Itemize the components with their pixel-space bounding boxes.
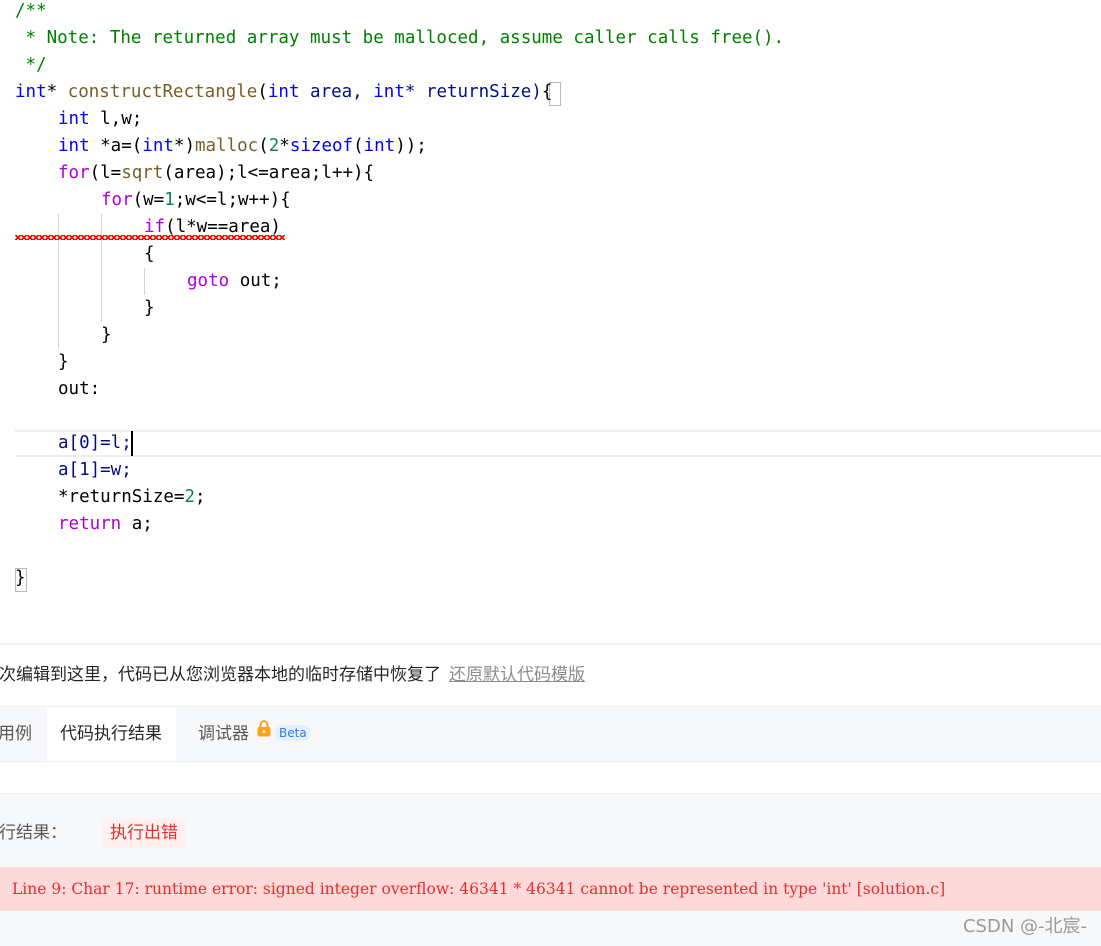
code-line-5: int l,w; — [58, 109, 143, 129]
indent-guide — [144, 268, 145, 295]
panel-divider[interactable] — [0, 643, 1101, 645]
code-line-19: *returnSize=2; — [58, 487, 206, 507]
code-line-10: { — [144, 244, 155, 264]
code-line-11: goto out; — [187, 271, 282, 291]
tab-label: 调试器 — [198, 724, 249, 744]
result-label: 执行结果： — [0, 823, 67, 843]
beta-badge: Beta — [275, 725, 311, 741]
code-line-1: /** — [15, 1, 47, 21]
code-line-17: a[0]=l; — [58, 433, 132, 453]
code-line-13: } — [101, 325, 112, 345]
error-squiggle — [15, 235, 285, 240]
code-line-6: int *a=(int*)malloc(2*sizeof(int)); — [58, 136, 427, 156]
code-line-4: int* constructRectangle(int area, int* r… — [15, 82, 553, 102]
tab-run-result[interactable]: 代码执行结果 — [47, 707, 176, 761]
code-line-12: } — [144, 298, 155, 318]
restore-message: 上次编辑到这里，代码已从您浏览器本地的临时存储中恢复了 — [0, 665, 441, 685]
result-tabs: 测试用例 代码执行结果 调试器 Beta — [0, 706, 1101, 762]
code-line-18: a[1]=w; — [58, 460, 132, 480]
tab-testcase[interactable]: 测试用例 — [0, 707, 46, 761]
tab-debugger[interactable]: 调试器 Beta — [198, 707, 311, 761]
code-line-8: for(w=1;w<=l;w++){ — [101, 190, 291, 210]
error-message: Line 9: Char 17: runtime error: signed i… — [12, 880, 946, 898]
code-line-14: } — [58, 352, 69, 372]
indent-guide — [101, 214, 102, 322]
code-line-15: out: — [58, 379, 101, 399]
watermark: CSDN @-北宸- — [962, 916, 1087, 937]
code-line-3: */ — [15, 55, 47, 75]
restore-default-code-link[interactable]: 还原默认代码模版 — [449, 665, 585, 685]
result-status: 执行出错 — [102, 818, 186, 848]
code-line-20: return a; — [58, 514, 153, 534]
code-editor[interactable]: /** * Note: The returned array must be m… — [0, 0, 1101, 600]
tab-label: 测试用例 — [0, 724, 32, 744]
run-result-panel: 执行结果： 执行出错 Line 9: Char 17: runtime erro… — [0, 793, 1101, 946]
current-line-highlight — [15, 430, 1101, 457]
text-cursor — [131, 431, 133, 456]
error-message-box: Line 9: Char 17: runtime error: signed i… — [0, 867, 1101, 911]
code-line-2: * Note: The returned array must be mallo… — [15, 28, 785, 48]
tab-label: 代码执行结果 — [60, 724, 162, 744]
lock-icon — [257, 705, 271, 759]
code-line-22: } — [15, 568, 26, 588]
code-line-7: for(l=sqrt(area);l<=area;l++){ — [58, 163, 375, 183]
restore-notice: 上次编辑到这里，代码已从您浏览器本地的临时存储中恢复了 还原默认代码模版 — [0, 660, 585, 690]
